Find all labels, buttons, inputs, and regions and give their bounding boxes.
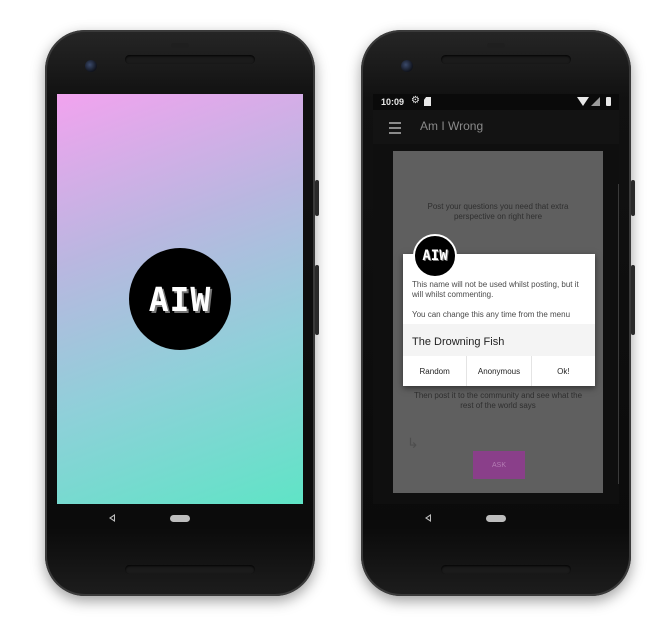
card-footer-text: Then post it to the community and see wh… — [413, 391, 583, 410]
scrollbar[interactable] — [618, 184, 619, 484]
card-intro-text: Post your questions you need that extra … — [427, 202, 569, 221]
ok-button[interactable]: Ok! — [530, 356, 595, 386]
app-screen: 10:09 ⚙ Am I Wrong Post your questions y… — [373, 94, 619, 504]
dialog-hint: You can change this any time from the me… — [412, 310, 571, 319]
battery-icon — [606, 97, 611, 106]
volume-button — [315, 265, 319, 335]
power-button — [315, 180, 319, 216]
home-icon[interactable] — [170, 515, 190, 522]
dialog-logo: AIW — [413, 234, 457, 278]
top-speaker — [125, 55, 255, 64]
phone-right: 10:09 ⚙ Am I Wrong Post your questions y… — [361, 30, 635, 596]
bottom-speaker — [125, 565, 255, 574]
ask-button[interactable]: ASK — [473, 451, 525, 479]
phone-left: AIW — [45, 30, 319, 596]
back-icon[interactable] — [109, 514, 115, 522]
earpiece-dot — [487, 43, 505, 48]
app-root: 10:09 ⚙ Am I Wrong Post your questions y… — [373, 94, 619, 504]
status-time: 10:09 — [381, 97, 405, 107]
front-camera — [85, 60, 97, 72]
splash-background: AIW — [57, 94, 303, 504]
app-bar: Am I Wrong — [373, 110, 619, 144]
top-speaker — [441, 55, 571, 64]
dialog-message: This name will not be used whilst postin… — [412, 280, 579, 299]
power-button — [631, 180, 635, 216]
status-bar: 10:09 ⚙ — [373, 94, 619, 110]
app-title: Am I Wrong — [420, 119, 484, 133]
username-dialog: AIW This name will not be used whilst po… — [403, 234, 595, 386]
reply-arrow-icon: ↳ — [407, 435, 419, 451]
username-value: The Drowning Fish — [412, 336, 505, 348]
signal-icon — [591, 97, 600, 106]
front-camera — [401, 60, 413, 72]
volume-button — [631, 265, 635, 335]
username-field[interactable]: The Drowning Fish — [403, 324, 595, 356]
navigation-bar — [373, 508, 619, 532]
navigation-bar — [57, 508, 303, 532]
hamburger-icon[interactable] — [389, 122, 401, 137]
earpiece-dot — [171, 43, 189, 48]
app-logo: AIW — [129, 248, 231, 350]
back-icon[interactable] — [425, 514, 431, 522]
bottom-speaker — [441, 565, 571, 574]
sd-card-icon — [424, 97, 431, 106]
home-icon[interactable] — [486, 515, 506, 522]
dialog-actions: Random Anonymous Ok! — [403, 356, 595, 386]
anonymous-button[interactable]: Anonymous — [466, 356, 530, 386]
splash-screen: AIW — [57, 94, 303, 504]
gear-icon: ⚙ — [411, 95, 420, 106]
random-button[interactable]: Random — [403, 356, 466, 386]
wifi-icon — [577, 97, 589, 106]
